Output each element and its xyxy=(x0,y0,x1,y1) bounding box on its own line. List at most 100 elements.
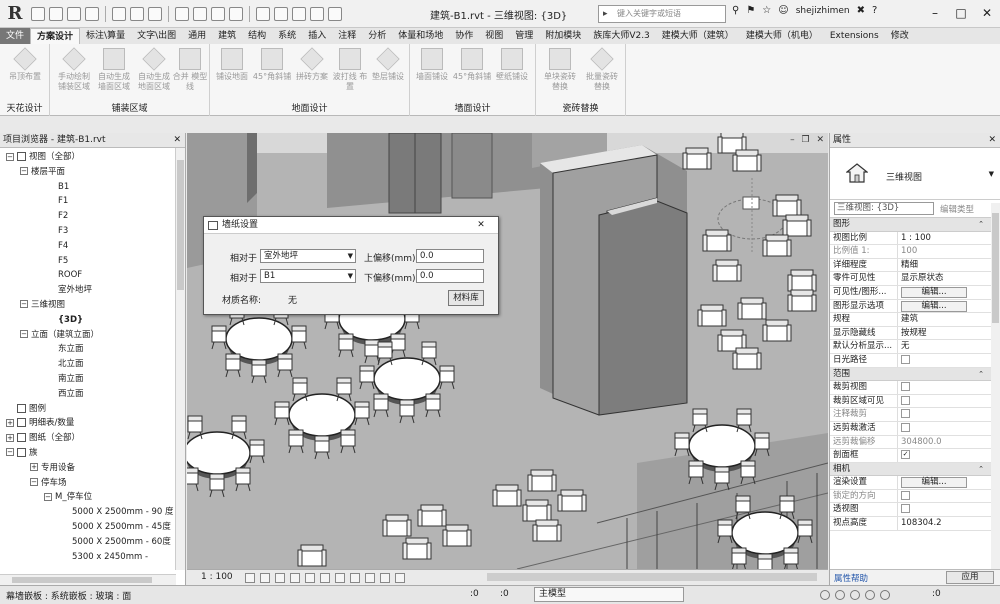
property-value[interactable]: 108304.2 xyxy=(898,517,1000,530)
print-icon[interactable] xyxy=(148,6,162,21)
exchange-icon[interactable]: ✖ xyxy=(857,5,865,16)
collapse-icon[interactable]: ⌃ xyxy=(978,218,984,232)
scroll-thumb[interactable] xyxy=(177,160,184,290)
auto-floor-area-button[interactable]: 自动生成 地面区域 xyxy=(134,47,174,92)
tab-general[interactable]: 通用 xyxy=(182,28,212,44)
category-extents[interactable]: 范围 ⌃ xyxy=(830,367,1000,382)
tree-node[interactable]: 西立面 xyxy=(0,387,185,402)
tab-architecture[interactable]: 建筑 xyxy=(212,28,242,44)
maximize-icon[interactable]: □ xyxy=(948,0,974,26)
tag-icon[interactable] xyxy=(211,6,225,21)
scroll-thumb[interactable] xyxy=(12,577,152,583)
tab-manage[interactable]: 管理 xyxy=(509,28,539,44)
tab-view[interactable]: 视图 xyxy=(479,28,509,44)
collapse-toggle[interactable]: − xyxy=(6,448,14,457)
tree-node[interactable]: 5000 X 2500mm - 90 度 xyxy=(0,505,185,520)
tab-scheme-design[interactable]: 方案设计 xyxy=(30,28,81,44)
revit-logo[interactable]: R xyxy=(4,3,26,25)
collapse-toggle[interactable]: − xyxy=(20,300,28,309)
tree-node[interactable]: − M_停车位 xyxy=(0,490,185,505)
visual-style-icon[interactable] xyxy=(260,573,270,583)
edit-button[interactable]: 编辑... xyxy=(901,286,967,298)
close-icon[interactable]: ✕ xyxy=(464,217,498,233)
shadows-icon[interactable] xyxy=(290,573,300,583)
top-level-select[interactable]: 室外地坪 ▼ xyxy=(260,249,356,263)
expand-toggle[interactable]: + xyxy=(30,463,38,472)
category-camera[interactable]: 相机 ⌃ xyxy=(830,462,1000,477)
batch-tile-replace-button[interactable]: 批量瓷砖 替换 xyxy=(582,47,622,92)
render-icon[interactable] xyxy=(305,573,315,583)
properties-scrollbar[interactable] xyxy=(991,203,1000,569)
favorites-icon[interactable]: ☆ xyxy=(762,5,771,16)
view-scale[interactable]: 1 : 100 xyxy=(201,572,233,582)
collapse-icon[interactable]: ⌃ xyxy=(978,463,984,477)
tree-node[interactable]: F5 xyxy=(0,254,185,269)
minimize-icon[interactable]: – xyxy=(790,135,795,145)
tree-node-active[interactable]: {3D} xyxy=(0,313,185,328)
close-hidden-icon[interactable] xyxy=(310,6,324,21)
sun-path-icon[interactable] xyxy=(275,573,285,583)
tab-modeling-mep[interactable]: 建模大师（机电） xyxy=(740,28,824,44)
worksets-count[interactable]: :0 xyxy=(470,589,479,599)
property-value[interactable]: 无 xyxy=(898,340,1000,353)
open-icon[interactable] xyxy=(49,6,63,21)
checkbox[interactable] xyxy=(901,422,910,432)
tree-node[interactable]: F4 xyxy=(0,239,185,254)
main-model-select[interactable]: 主模型 xyxy=(534,587,684,602)
bottom-level-select[interactable]: B1 ▼ xyxy=(260,269,356,283)
dimension-icon[interactable] xyxy=(193,6,207,21)
design-options-count[interactable]: :0 xyxy=(500,589,509,599)
tree-node[interactable]: F1 xyxy=(0,194,185,209)
tree-node[interactable]: − 停车场 xyxy=(0,476,185,491)
checkbox-checked[interactable]: ✓ xyxy=(901,450,910,460)
filter-count[interactable]: :0 xyxy=(932,589,941,599)
material-library-button[interactable]: 材料库 xyxy=(448,290,484,306)
tree-node[interactable]: F3 xyxy=(0,224,185,239)
close-icon[interactable]: ✕ xyxy=(988,133,996,148)
tab-annotate[interactable]: 注释 xyxy=(332,28,362,44)
diagonal-45-floor-button[interactable]: 45°角斜铺 xyxy=(252,48,292,82)
tab-structure[interactable]: 结构 xyxy=(242,28,272,44)
tree-node[interactable]: 东立面 xyxy=(0,342,185,357)
dialog-title-bar[interactable]: 墙纸设置 ✕ xyxy=(204,217,498,234)
binoculars-icon[interactable]: ⚲ xyxy=(732,5,739,16)
browser-vertical-scrollbar[interactable] xyxy=(175,148,185,570)
edit-type-button[interactable]: 编辑类型 xyxy=(940,203,974,215)
tree-node[interactable]: − 三维视图 xyxy=(0,298,185,313)
select-pinned-icon[interactable] xyxy=(850,590,860,600)
tab-insert[interactable]: 插入 xyxy=(302,28,332,44)
new-icon[interactable] xyxy=(31,6,45,21)
tree-node[interactable]: − 视图（全部） xyxy=(0,150,185,165)
checkbox[interactable] xyxy=(901,504,910,514)
tab-add-ins[interactable]: 附加模块 xyxy=(539,28,587,44)
single-tile-replace-button[interactable]: 单块瓷砖 替换 xyxy=(540,48,580,92)
tree-node[interactable]: + 图纸（全部） xyxy=(0,431,185,446)
drag-elements-icon[interactable] xyxy=(880,590,890,600)
browser-horizontal-scrollbar[interactable] xyxy=(0,574,176,585)
tab-text-drawing[interactable]: 文字\出图 xyxy=(131,28,182,44)
tree-node[interactable]: 5000 X 2500mm - 45度 xyxy=(0,520,185,535)
tab-analyze[interactable]: 分析 xyxy=(362,28,392,44)
properties-help-link[interactable]: 属性帮助 xyxy=(834,572,868,584)
user-name[interactable]: shejizhimen xyxy=(796,6,850,16)
tab-modify[interactable]: 修改 xyxy=(885,28,915,44)
tab-systems[interactable]: 系统 xyxy=(272,28,302,44)
help-icon[interactable]: ? xyxy=(872,5,877,16)
redo-icon[interactable] xyxy=(130,6,144,21)
text-icon[interactable] xyxy=(229,6,243,21)
property-value[interactable]: 显示原状态 xyxy=(898,272,1000,285)
subscription-icon[interactable]: ⚑ xyxy=(746,5,755,16)
checkbox[interactable] xyxy=(901,395,910,405)
property-value[interactable]: 按规程 xyxy=(898,327,1000,340)
ceiling-layout-button[interactable]: 吊顶布置 xyxy=(5,47,45,82)
lay-floor-button[interactable]: 铺设地面 xyxy=(212,48,252,82)
close-icon[interactable]: ✕ xyxy=(974,0,1000,26)
user-icon[interactable]: ☺ xyxy=(778,5,788,16)
switch-windows-icon[interactable] xyxy=(328,6,342,21)
lay-wall-button[interactable]: 墙面铺设 xyxy=(412,48,452,82)
border-line-button[interactable]: 波打线 布置 xyxy=(330,48,370,92)
tab-annotate-quantity[interactable]: 标注\算量 xyxy=(80,28,131,44)
close-icon[interactable]: ✕ xyxy=(173,133,181,148)
tree-node[interactable]: 5300 x 2450mm - xyxy=(0,550,185,565)
type-selector[interactable]: 三维视图 ▼ xyxy=(830,148,1000,200)
